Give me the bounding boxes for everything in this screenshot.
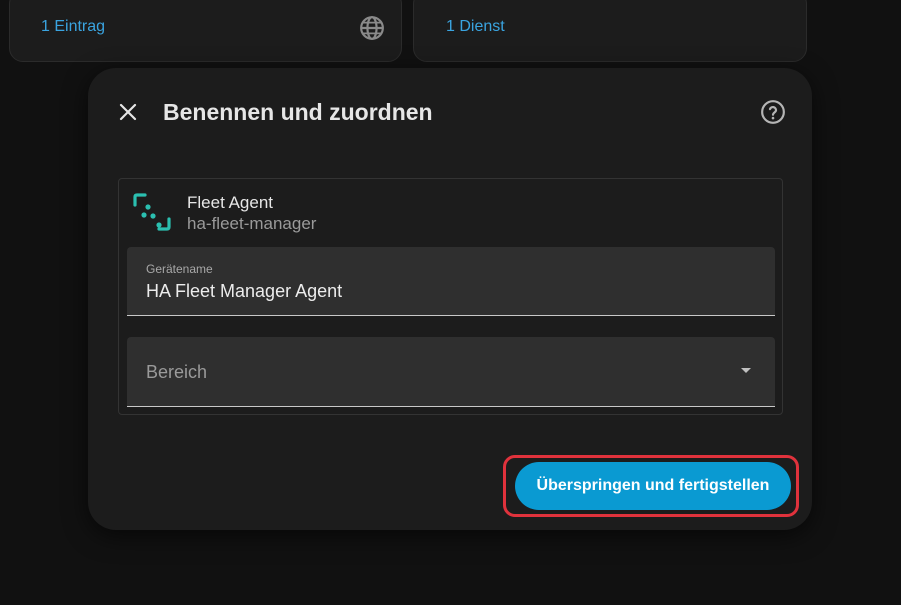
entries-card: 1 Eintrag (9, 0, 402, 62)
device-name-field[interactable]: Gerätename (127, 247, 775, 316)
device-name: Fleet Agent (187, 193, 274, 212)
fleet-agent-logo-icon (133, 193, 171, 231)
help-button[interactable] (758, 97, 788, 127)
device-name-label: Gerätename (146, 262, 213, 276)
finish-button-highlight: Überspringen und fertigstellen (503, 455, 799, 517)
page: 1 Eintrag 1 Dienst Benennen und zuordnen (0, 0, 901, 605)
device-integration: ha-fleet-manager (187, 214, 317, 233)
skip-and-finish-button[interactable]: Überspringen und fertigstellen (515, 462, 791, 510)
area-select[interactable]: Bereich (127, 337, 775, 407)
services-link[interactable]: 1 Dienst (446, 17, 505, 37)
area-placeholder: Bereich (146, 362, 208, 382)
close-button[interactable] (112, 96, 144, 128)
device-name-input[interactable] (146, 280, 746, 302)
services-card: 1 Dienst (413, 0, 807, 62)
dialog-title: Benennen und zuordnen (163, 99, 433, 125)
globe-icon[interactable] (359, 15, 385, 41)
close-icon (119, 103, 137, 121)
chevron-down-icon[interactable] (741, 368, 751, 373)
rename-assign-dialog: Benennen und zuordnen Fleet Agent ha-fle… (88, 68, 812, 530)
help-circle-icon (761, 100, 785, 124)
entries-link[interactable]: 1 Eintrag (41, 17, 105, 37)
device-panel: Fleet Agent ha-fleet-manager Gerätename … (118, 178, 783, 415)
